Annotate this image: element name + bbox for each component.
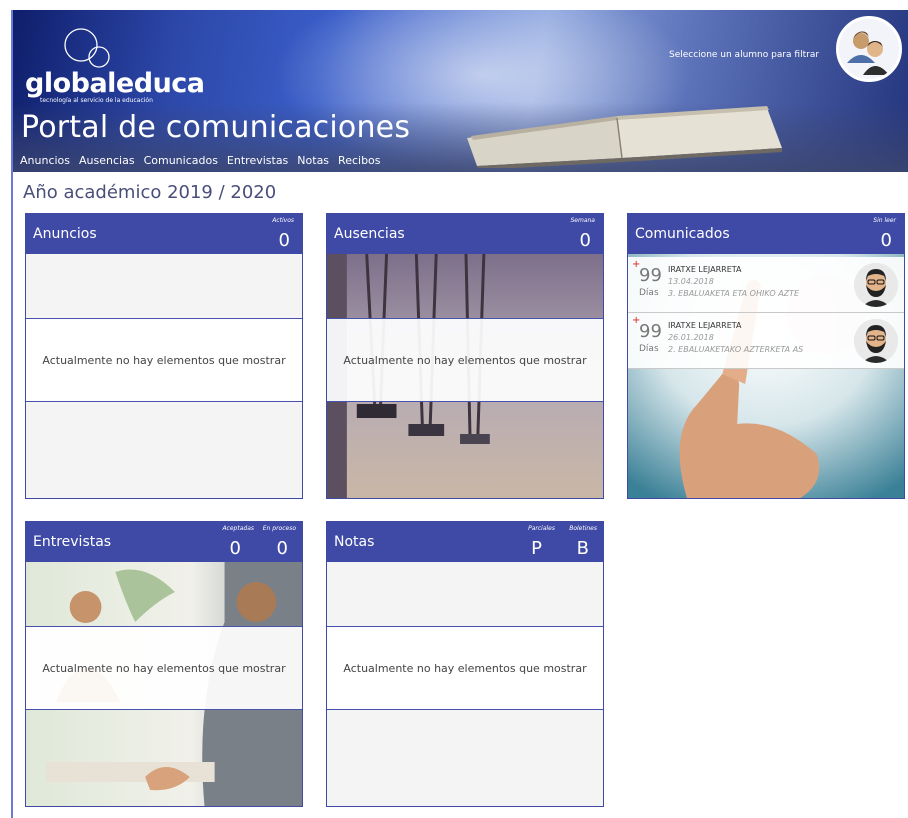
counter-value: 0 [579, 230, 591, 251]
message-sender: IRATXE LEJARRETA [668, 265, 742, 274]
counter-label: Semana [570, 217, 595, 224]
sender-avatar [854, 263, 898, 307]
nav-anuncios[interactable]: Anuncios [20, 154, 70, 167]
counter-label: Activos [272, 217, 294, 224]
card-anuncios: Anuncios Activos 0 Actualmente no hay el… [25, 213, 303, 499]
days-count: 99 [639, 321, 662, 342]
header-banner: globaleduca tecnología al servicio de la… [13, 10, 908, 172]
card-entrevistas: Entrevistas Aceptadas 0 En proceso 0 Act… [25, 521, 303, 807]
message-sender: IRATXE LEJARRETA [668, 321, 742, 330]
empty-message: Actualmente no hay elementos que mostrar [26, 318, 302, 402]
message-subject: 3. EBALUAKETA ETA OHIKO AZTE [668, 289, 800, 298]
counter-label: En proceso [262, 525, 296, 532]
academic-year: Año académico 2019 / 2020 [23, 182, 277, 203]
empty-message: Actualmente no hay elementos que mostrar [26, 626, 302, 710]
main-nav: Anuncios Ausencias Comunicados Entrevist… [20, 154, 381, 167]
message-date: 13.04.2018 [668, 277, 714, 286]
counter-value: 0 [229, 538, 241, 559]
message-date: 26.01.2018 [668, 333, 714, 342]
counter-value: 0 [880, 230, 892, 251]
nav-notas[interactable]: Notas [297, 154, 329, 167]
card-header[interactable]: Notas Parciales P Boletines B [327, 522, 603, 562]
page: globaleduca tecnología al servicio de la… [11, 10, 908, 818]
card-title: Anuncios [33, 226, 97, 242]
message-item[interactable]: + 99 Días IRATXE LEJARRETA 26.01.2018 2.… [628, 313, 904, 369]
nav-entrevistas[interactable]: Entrevistas [227, 154, 288, 167]
portal-title: Portal de comunicaciones [21, 110, 411, 145]
card-ausencias: Ausencias Semana 0 Actualmente no hay el… [326, 213, 604, 499]
card-header[interactable]: Comunicados Sin leer 0 [628, 214, 904, 254]
empty-message: Actualmente no hay elementos que mostrar [327, 318, 603, 402]
card-title: Ausencias [334, 226, 405, 242]
card-comunicados: Comunicados Sin leer 0 + 99 Días IRATXE … [627, 213, 905, 499]
student-filter-button[interactable] [836, 16, 902, 82]
counter-value: 0 [278, 230, 290, 251]
book-illustration [467, 106, 782, 168]
days-label: Días [639, 344, 659, 354]
card-header[interactable]: Ausencias Semana 0 [327, 214, 603, 254]
filter-hint: Seleccione un alumno para filtrar [669, 50, 820, 60]
students-icon [847, 31, 889, 75]
nav-comunicados[interactable]: Comunicados [144, 154, 218, 167]
counter-label: Aceptadas [222, 525, 254, 532]
bearded-man-icon [854, 263, 898, 307]
logo-circles-icon [64, 28, 110, 68]
sender-avatar [854, 319, 898, 363]
counter-label: Parciales [528, 525, 555, 532]
card-notas: Notas Parciales P Boletines B Actualment… [326, 521, 604, 807]
counter-label: Boletines [569, 525, 597, 532]
card-header[interactable]: Entrevistas Aceptadas 0 En proceso 0 [26, 522, 302, 562]
counter-label: Sin leer [873, 217, 896, 224]
empty-message: Actualmente no hay elementos que mostrar [327, 626, 603, 710]
card-title: Notas [334, 534, 375, 550]
logo-tagline: tecnología al servicio de la educación [40, 97, 153, 104]
nav-ausencias[interactable]: Ausencias [79, 154, 135, 167]
counter-value: P [531, 538, 542, 559]
card-title: Entrevistas [33, 534, 112, 550]
bearded-man-icon [854, 319, 898, 363]
message-item[interactable]: + 99 Días IRATXE LEJARRETA 13.04.2018 3.… [628, 257, 904, 313]
card-title: Comunicados [635, 226, 730, 242]
message-subject: 2. EBALUAKETAKO AZTERKETA AS [668, 345, 804, 354]
nav-recibos[interactable]: Recibos [338, 154, 380, 167]
card-header[interactable]: Anuncios Activos 0 [26, 214, 302, 254]
counter-value: B [576, 538, 589, 559]
days-count: 99 [639, 265, 662, 286]
counter-value: 0 [276, 538, 288, 559]
days-label: Días [639, 288, 659, 298]
logo-name: globaleduca [25, 68, 205, 99]
